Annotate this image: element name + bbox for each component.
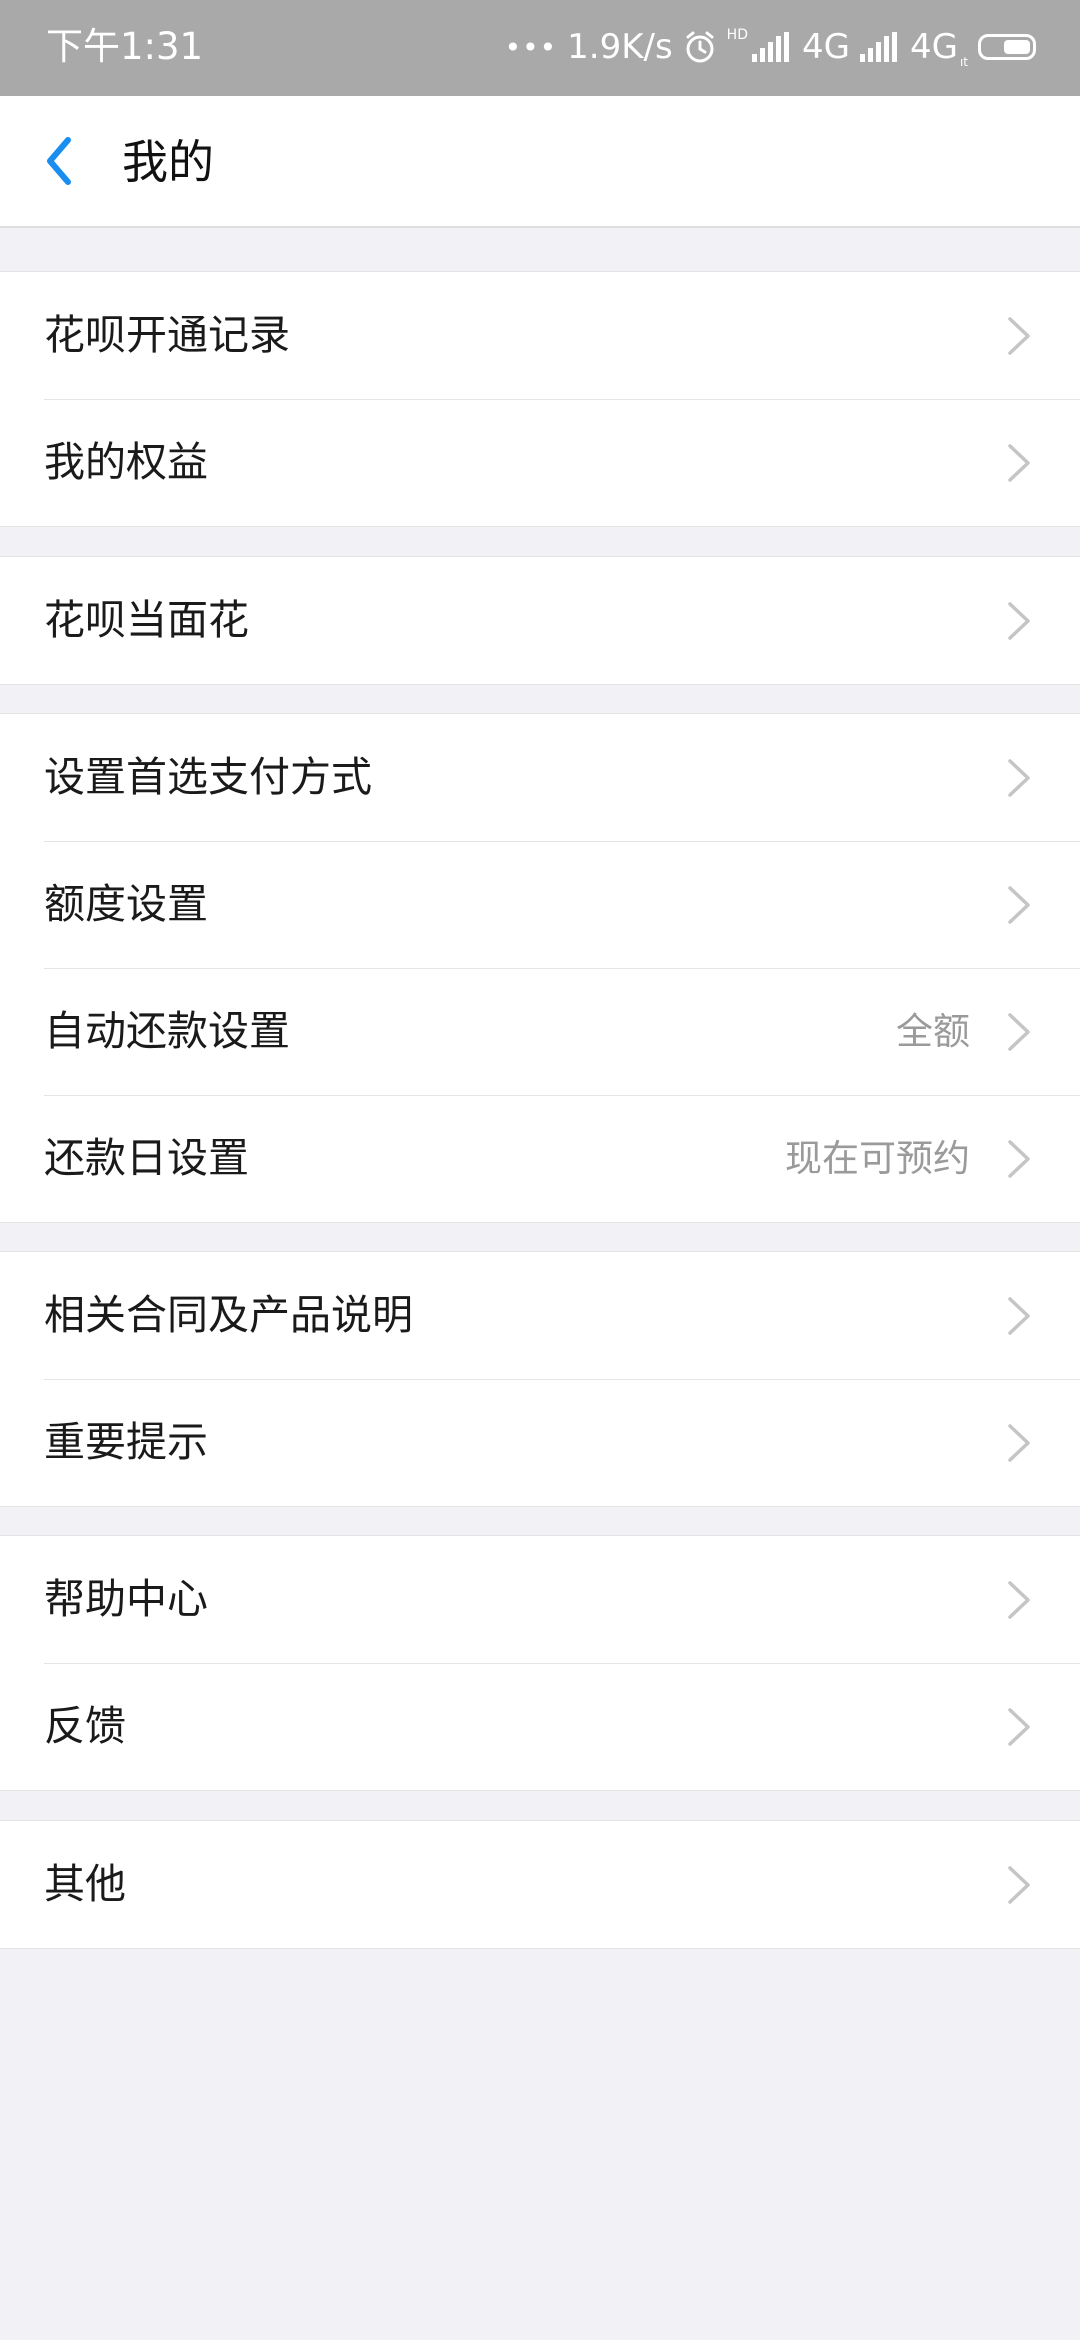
menu-item-label: 我的权益 — [44, 438, 208, 486]
menu-group: 花呗当面花 — [0, 556, 1080, 685]
chevron-right-icon — [1008, 886, 1030, 924]
menu-item[interactable]: 相关合同及产品说明 — [0, 1252, 1080, 1379]
menu-item-label: 反馈 — [44, 1702, 126, 1750]
menu-item-value: 全额 — [896, 1010, 970, 1053]
menu-item[interactable]: 设置首选支付方式 — [0, 714, 1080, 841]
page-title: 我的 — [122, 135, 214, 189]
menu-item[interactable]: 额度设置 — [0, 841, 1080, 968]
menu-item[interactable]: 自动还款设置 全额 — [0, 968, 1080, 1095]
network-type-2: 4G ıt — [909, 27, 968, 69]
menu-item-label: 花呗开通记录 — [44, 311, 290, 359]
menu-item-label: 还款日设置 — [44, 1134, 249, 1182]
menu-item[interactable]: 反馈 — [0, 1663, 1080, 1790]
back-icon[interactable] — [30, 126, 90, 196]
network-type-1: 4G — [801, 27, 850, 67]
chevron-right-icon — [1008, 602, 1030, 640]
chevron-right-icon — [1008, 759, 1030, 797]
menu-item-value: 现在可预约 — [785, 1137, 970, 1180]
chevron-right-icon — [1008, 1581, 1030, 1619]
chevron-right-icon — [1008, 1424, 1030, 1462]
menu-item-label: 额度设置 — [44, 880, 208, 928]
menu-item[interactable]: 花呗当面花 — [0, 557, 1080, 684]
signal-icon — [751, 32, 792, 62]
chevron-right-icon — [1008, 1140, 1030, 1178]
status-time: 下午1:31 — [46, 25, 204, 68]
hd-badge: HD — [726, 27, 748, 43]
chevron-right-icon — [1008, 1013, 1030, 1051]
menu-item-label: 重要提示 — [44, 1418, 208, 1466]
menu-item[interactable]: 还款日设置 现在可预约 — [0, 1095, 1080, 1222]
battery-icon — [978, 34, 1036, 60]
menu-item-label: 帮助中心 — [44, 1575, 208, 1623]
menu-item[interactable]: 花呗开通记录 — [0, 272, 1080, 399]
menu-item-label: 设置首选支付方式 — [44, 753, 372, 801]
menu-item-label: 自动还款设置 — [44, 1007, 290, 1055]
menu-group: 相关合同及产品说明 重要提示 — [0, 1251, 1080, 1507]
menu-item-label: 花呗当面花 — [44, 596, 249, 644]
menu-group: 帮助中心 反馈 — [0, 1535, 1080, 1791]
chevron-right-icon — [1008, 1297, 1030, 1335]
network-activity-label: ıt — [959, 55, 968, 69]
net-speed: 1.9K/s — [567, 27, 673, 67]
more-dots-icon: ••• — [504, 30, 558, 64]
menu-item-label: 其他 — [44, 1860, 126, 1908]
chevron-right-icon — [1008, 1866, 1030, 1904]
alarm-icon — [686, 31, 714, 63]
menu-item[interactable]: 我的权益 — [0, 399, 1080, 526]
chevron-right-icon — [1008, 444, 1030, 482]
nav-bar: 我的 — [0, 96, 1080, 228]
menu-group: 花呗开通记录 我的权益 — [0, 271, 1080, 527]
status-bar: 下午1:31 ••• 1.9K/s HD 4G 4G ıt — [0, 0, 1080, 96]
signal-icon-2 — [859, 32, 900, 62]
menu-item[interactable]: 帮助中心 — [0, 1536, 1080, 1663]
menu-item[interactable]: 其他 — [0, 1821, 1080, 1948]
menu-group: 其他 — [0, 1820, 1080, 1949]
status-icons: ••• 1.9K/s HD 4G 4G ıt — [495, 22, 1036, 72]
chevron-right-icon — [1008, 1708, 1030, 1746]
chevron-right-icon — [1008, 317, 1030, 355]
menu-item[interactable]: 重要提示 — [0, 1379, 1080, 1506]
menu-group: 设置首选支付方式 额度设置 自动还款设置 全额 还款日设置 现在可预约 — [0, 713, 1080, 1223]
menu-item-label: 相关合同及产品说明 — [44, 1291, 413, 1339]
